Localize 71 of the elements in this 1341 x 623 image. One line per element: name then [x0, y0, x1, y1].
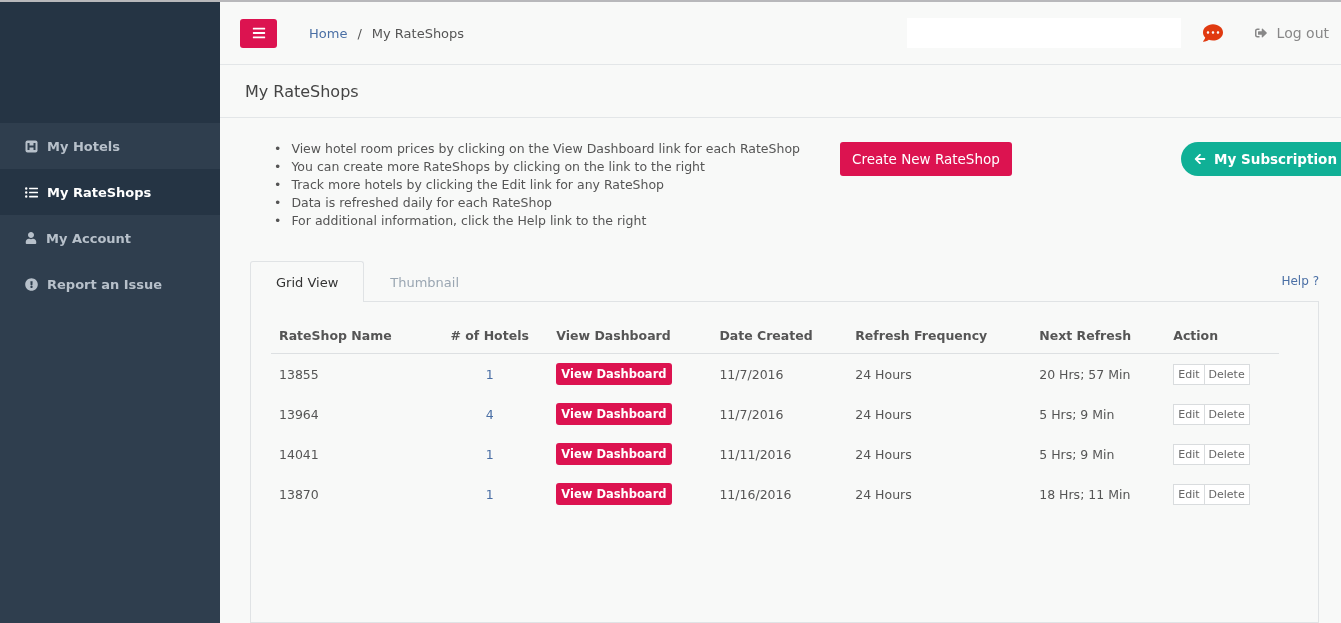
table-cell-text: 24 Hours — [854, 445, 913, 464]
edit-button[interactable]: Edit — [1173, 403, 1205, 425]
bullet: • — [274, 194, 282, 212]
table-cell-text: 24 Hours — [854, 405, 913, 424]
column-header: Action — [1165, 318, 1279, 354]
menu-button[interactable] — [240, 18, 277, 48]
hotel-icon — [25, 139, 38, 153]
logout-link[interactable]: Log out — [1254, 25, 1329, 41]
column-header: # of Hotels — [430, 318, 549, 354]
bullet: • — [274, 212, 282, 230]
create-button[interactable]: Create New RateShop — [840, 142, 1012, 176]
sidebar-item[interactable]: My Hotels — [0, 123, 220, 169]
bullet: • — [274, 140, 282, 158]
tip-text: For additional information, click the Help link to the right — [291, 212, 647, 230]
alert-icon — [25, 277, 38, 291]
hotel-count-link[interactable]: 1 — [485, 446, 494, 462]
delete-button[interactable]: Delete — [1203, 483, 1250, 505]
delete-button[interactable]: Delete — [1203, 403, 1250, 425]
user-icon — [25, 232, 37, 244]
subscription-button[interactable]: My Subscription — [1181, 142, 1341, 176]
page-title: My RateShops — [245, 81, 359, 101]
table-cell-text: 5 Hrs; 9 Min — [1038, 405, 1116, 424]
hotel-count-link[interactable]: 1 — [485, 366, 494, 382]
bullet: • — [274, 176, 282, 194]
tip-text: You can create more RateShops by clicking on the link to the right — [291, 158, 705, 176]
table-cell-text: 14041 — [278, 445, 320, 464]
table-cell-text: 11/7/2016 — [718, 405, 785, 424]
view-dashboard-button[interactable]: View Dashboard — [556, 363, 672, 385]
table-cell-text: 13870 — [278, 485, 320, 504]
column-header: Refresh Frequency — [847, 318, 1032, 354]
arrow-left-icon — [1194, 153, 1207, 165]
bullet: • — [274, 158, 282, 176]
sidebar-item[interactable]: My RateShops — [0, 169, 220, 215]
table-cell-text: 24 Hours — [854, 485, 913, 504]
tip-text: Track more hotels by clicking the Edit link for any RateShop — [291, 176, 665, 194]
table-cell-text: 11/16/2016 — [718, 485, 793, 504]
table-cell-text: 13964 — [278, 405, 320, 424]
breadcrumb-separator: / — [357, 25, 362, 41]
column-header: Next Refresh — [1031, 318, 1166, 354]
delete-button[interactable]: Delete — [1203, 443, 1250, 465]
table-cell-text: 11/11/2016 — [718, 445, 793, 464]
hotel-count-link[interactable]: 4 — [485, 406, 494, 422]
view-dashboard-button[interactable]: View Dashboard — [556, 443, 672, 465]
sidebar-item[interactable]: Report an Issue — [0, 261, 220, 307]
logout-icon — [1254, 27, 1267, 39]
table-cell: 13855 — [271, 353, 431, 394]
table-cell: 24 Hours — [847, 353, 1032, 394]
breadcrumb-current: My RateShops — [371, 25, 465, 41]
menu-icon — [251, 26, 266, 40]
table-cell-text: 5 Hrs; 9 Min — [1038, 445, 1116, 464]
table-cell: 20 Hrs; 57 Min — [1031, 353, 1166, 394]
edit-button[interactable]: Edit — [1173, 363, 1205, 385]
edit-button[interactable]: Edit — [1173, 483, 1205, 505]
column-header: Date Created — [711, 318, 848, 354]
tip-text: View hotel room prices by clicking on the View Dashboard link for each RateShop — [291, 140, 800, 158]
list-icon — [25, 185, 38, 199]
table-cell-text: 18 Hrs; 11 Min — [1038, 485, 1132, 504]
view-dashboard-button[interactable]: View Dashboard — [556, 483, 672, 505]
breadcrumb-link[interactable]: Home — [309, 25, 348, 41]
chat-icon[interactable] — [1202, 23, 1223, 43]
tip-text: Data is refreshed daily for each RateShop — [291, 194, 552, 212]
help-link[interactable]: Help ? — [1281, 273, 1319, 288]
sidebar-item[interactable]: My Account — [0, 215, 220, 261]
hotel-count-link[interactable]: 1 — [485, 486, 494, 502]
table-cell: 11/7/2016 — [711, 353, 848, 394]
column-header: View Dashboard — [548, 318, 712, 354]
tab[interactable]: Grid View — [250, 261, 365, 302]
view-dashboard-button[interactable]: View Dashboard — [556, 403, 672, 425]
delete-button[interactable]: Delete — [1203, 363, 1250, 385]
column-header: RateShop Name — [271, 318, 431, 354]
edit-button[interactable]: Edit — [1173, 443, 1205, 465]
